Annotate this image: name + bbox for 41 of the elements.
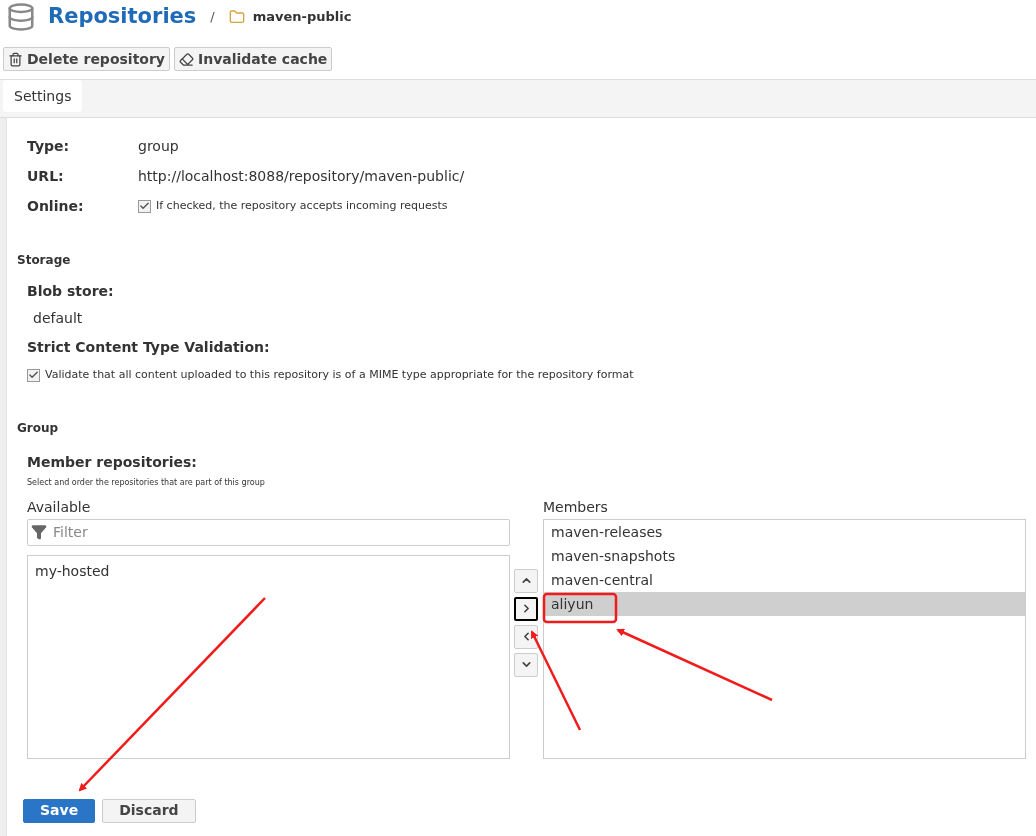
breadcrumb-separator: / [210, 8, 215, 27]
field-label: Member repositories: [27, 452, 198, 472]
repository-item[interactable]: aliyun [544, 591, 1025, 616]
filter-icon [31, 523, 47, 540]
checkbox-label: Validate that all content uploaded to this repository is of a MIME type appropriate for the repository format [45, 367, 634, 383]
delete-repository-button[interactable]: Delete repository [3, 47, 170, 71]
checkbox[interactable] [27, 368, 40, 382]
repository-name: maven-public [252, 8, 352, 27]
section-heading: Storage [17, 252, 72, 269]
field-label: Strict Content Type Validation: [27, 338, 271, 357]
eraser-icon [179, 51, 194, 67]
repository-item[interactable]: maven-releases [544, 519, 1025, 544]
repository-item[interactable]: maven-central [544, 567, 1025, 592]
page-title[interactable]: Repositories [48, 1, 197, 33]
field-value: group [138, 136, 179, 156]
database-icon [6, 2, 36, 32]
folder-icon [228, 9, 245, 25]
column-label: Available [27, 497, 92, 517]
repository-item[interactable]: my-hosted [28, 558, 509, 583]
settings-tab[interactable]: Settings [3, 80, 83, 112]
add-member-button[interactable] [514, 596, 538, 621]
move-down-button[interactable] [514, 652, 538, 677]
column-label: Members [543, 497, 609, 517]
field-value: default [32, 309, 84, 328]
trash-icon [8, 51, 23, 67]
checkbox[interactable] [138, 199, 151, 213]
save-button[interactable]: Save [23, 798, 96, 823]
filter-field[interactable]: Filter [27, 518, 510, 546]
section-heading: Group [17, 419, 60, 437]
remove-member-button[interactable] [514, 624, 538, 649]
field-value: http://localhost:8088/repository/maven-public/ [138, 166, 465, 186]
field-label: Type: [27, 136, 71, 156]
move-up-button[interactable] [514, 568, 538, 593]
field-label: Blob store: [27, 282, 115, 301]
field-label: Online: [27, 196, 85, 216]
field-label: URL: [27, 166, 65, 186]
invalidate-cache-button[interactable]: Invalidate cache [174, 47, 333, 71]
discard-button[interactable]: Discard [102, 798, 196, 823]
help-text: Select and order the repositories that are part of this group [27, 476, 266, 489]
repository-item[interactable]: maven-snapshots [544, 543, 1025, 568]
checkbox-label: If checked, the repository accepts incoming requests [156, 197, 448, 214]
